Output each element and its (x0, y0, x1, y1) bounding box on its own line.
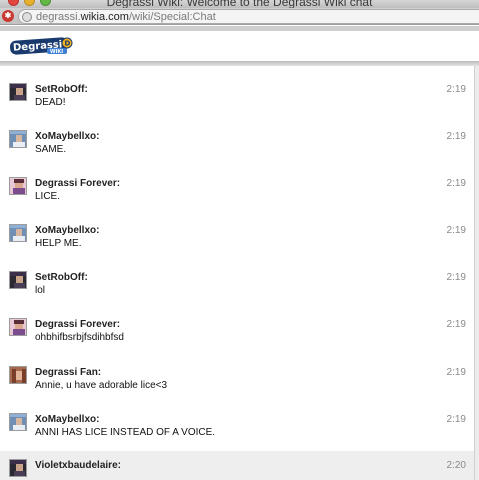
chat-message: XoMaybellxo: HELP ME. 2:19 (0, 216, 474, 263)
message-username[interactable]: XoMaybellxo: (35, 131, 99, 142)
globe-icon (22, 12, 32, 22)
avatar-dark[interactable] (9, 271, 27, 289)
window-titlebar: Degrassi Wiki: Welcome to the Degrassi W… (0, 0, 479, 8)
message-timestamp: 2:19 (446, 131, 466, 142)
message-username[interactable]: Degrassi Fan: (35, 367, 101, 378)
message-username[interactable]: XoMaybellxo: (35, 414, 99, 425)
wikia-favicon-icon: ✱ (2, 10, 14, 22)
avatar-dark[interactable] (9, 459, 27, 477)
chat-message-list[interactable]: SetRobOff: DEAD! 2:19 XoMaybellxo: SAME. 2:19… (0, 66, 475, 480)
avatar-blue[interactable] (9, 413, 27, 431)
message-text: DEAD! (35, 97, 66, 108)
message-username[interactable]: Degrassi Forever: (35, 319, 120, 330)
chat-header: Degrassi WIKI D (0, 31, 479, 61)
message-timestamp: 2:20 (446, 460, 466, 471)
message-username[interactable]: XoMaybellxo: (35, 225, 99, 236)
message-timestamp: 2:19 (446, 225, 466, 236)
message-text: SAME. (35, 144, 67, 155)
window-title: Degrassi Wiki: Welcome to the Degrassi W… (106, 0, 373, 8)
message-username[interactable]: SetRobOff: (35, 84, 88, 95)
avatar-blue[interactable] (9, 224, 27, 242)
degrassi-wiki-logo[interactable]: Degrassi WIKI D (9, 37, 73, 56)
scrollbar-track[interactable] (475, 66, 479, 480)
message-timestamp: 2:19 (446, 367, 466, 378)
svg-text:D: D (65, 40, 71, 48)
logo-badge: WIKI (50, 49, 63, 55)
avatar-pink[interactable] (9, 318, 27, 336)
message-text: Annie, u have adorable lice<3 (35, 380, 168, 391)
chat-message: XoMaybellxo: SAME. 2:19 (0, 122, 474, 169)
url-field[interactable]: degrassi.wikia.com/wiki/Special:Chat (18, 9, 479, 24)
address-bar: ✱ degrassi.wikia.com/wiki/Special:Chat (0, 8, 479, 25)
chat-message: Degrassi Forever: ohbhifbsrbjfsdihbfsd 2:1… (0, 310, 474, 357)
message-text: HELP ME. (35, 238, 82, 249)
message-text: ANNI HAS LICE INSTEAD OF A VOICE. (35, 427, 216, 438)
avatar-pink[interactable] (9, 177, 27, 195)
message-text: LICE. (35, 191, 61, 202)
chat-message: Violetxbaudelaire: 2:20 (0, 451, 474, 480)
avatar-dark[interactable] (9, 83, 27, 101)
chat-message: Degrassi Fan: Annie, u have adorable lice… (0, 358, 474, 405)
message-username[interactable]: Degrassi Forever: (35, 178, 120, 189)
message-username[interactable]: Violetxbaudelaire: (35, 460, 121, 471)
chat-message: SetRobOff: lol 2:19 (0, 263, 474, 310)
chat-message: Degrassi Forever: LICE. 2:19 (0, 169, 474, 216)
message-timestamp: 2:19 (446, 414, 466, 425)
url-prefix: degrassi. (36, 11, 81, 23)
avatar-blue[interactable] (9, 130, 27, 148)
url-path: /wiki/Special:Chat (128, 11, 216, 23)
url-domain: wikia.com (80, 11, 129, 23)
message-username[interactable]: SetRobOff: (35, 272, 88, 283)
message-timestamp: 2:19 (446, 84, 466, 95)
chat-message: SetRobOff: DEAD! 2:19 (0, 75, 474, 122)
message-timestamp: 2:19 (446, 319, 466, 330)
url-text[interactable]: degrassi.wikia.com/wiki/Special:Chat (36, 10, 216, 24)
message-timestamp: 2:19 (446, 178, 466, 189)
message-timestamp: 2:19 (446, 272, 466, 283)
avatar-girl[interactable] (9, 366, 27, 384)
chat-message: XoMaybellxo: ANNI HAS LICE INSTEAD OF A V… (0, 405, 474, 452)
message-text: ohbhifbsrbjfsdihbfsd (35, 332, 124, 343)
message-text: lol (35, 285, 46, 296)
